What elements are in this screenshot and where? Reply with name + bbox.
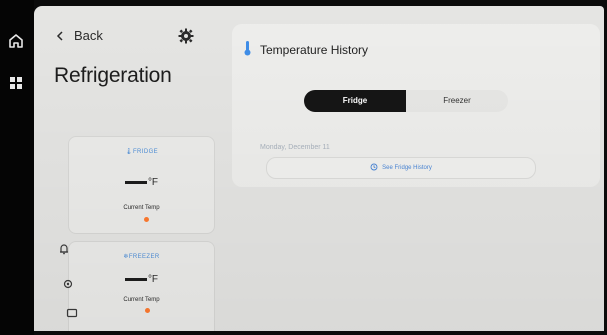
- temp-placeholder-dash: [124, 180, 147, 184]
- chevron-left-icon: [56, 30, 63, 41]
- gear-icon[interactable]: [178, 28, 194, 44]
- page-title: Refrigeration: [54, 64, 172, 87]
- panel-title: Temperature History: [260, 43, 369, 57]
- fridge-current-temp: °F: [69, 177, 214, 188]
- back-button[interactable]: Back: [56, 28, 103, 43]
- see-history-label: See Fridge History: [382, 165, 432, 171]
- fridge-status-dot: [144, 217, 149, 222]
- temp-placeholder-dash: [124, 277, 147, 281]
- compartment-toggle: Fridge Freezer: [304, 90, 508, 112]
- tab-freezer[interactable]: Freezer: [406, 90, 508, 112]
- settings-icon[interactable]: [62, 278, 74, 290]
- app-rail: [0, 0, 34, 335]
- history-date: Monday, December 11: [260, 144, 330, 151]
- freezer-card-label: ❄︎FREEZER: [123, 254, 160, 260]
- tab-fridge[interactable]: Fridge: [304, 90, 406, 112]
- see-history-button-content: See Fridge History: [267, 158, 535, 178]
- fridge-card-label: 🌡︎FRIDGE: [124, 149, 159, 155]
- refrigeration-screen: Back Refrigeration 🌡︎FRIDGE °F Current T…: [34, 6, 604, 331]
- freezer-status-dot: [145, 308, 150, 313]
- fridge-card[interactable]: 🌡︎FRIDGE °F Current Temp: [68, 136, 215, 234]
- see-history-button[interactable]: See Fridge History: [266, 157, 536, 179]
- thermometer-icon: [244, 41, 251, 56]
- freezer-temp-caption: Current Temp: [123, 297, 160, 303]
- fridge-temp-caption: Current Temp: [123, 205, 160, 211]
- bell-icon[interactable]: [58, 243, 70, 255]
- freezer-current-temp: °F: [69, 274, 214, 285]
- freezer-card[interactable]: ❄︎FREEZER °F Current Temp: [68, 241, 215, 331]
- back-label: Back: [74, 28, 103, 43]
- thermometer-icon: 🌡︎: [124, 149, 133, 155]
- grid-icon[interactable]: [7, 74, 25, 92]
- history-icon: [370, 163, 378, 171]
- home-icon[interactable]: [7, 32, 25, 50]
- temperature-history-panel: Temperature History Fridge Freezer Monda…: [232, 24, 600, 187]
- display-icon[interactable]: [66, 307, 78, 319]
